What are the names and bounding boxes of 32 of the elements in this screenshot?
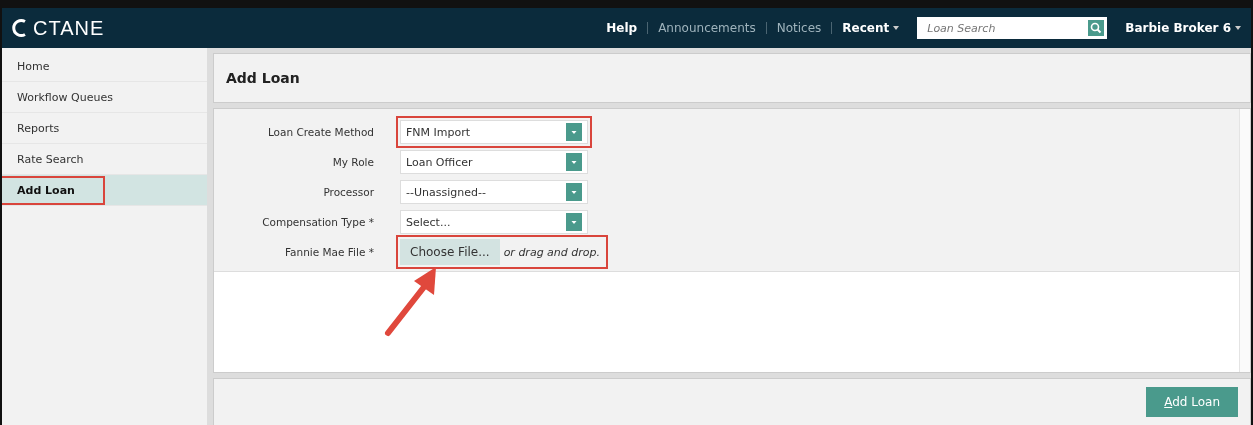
field-label: Compensation Type * (261, 216, 375, 228)
dropdown-field[interactable]: Loan Officer (400, 150, 588, 174)
field-label: Loan Create Method (266, 126, 375, 138)
drag-drop-hint: or drag and drop. (502, 245, 602, 259)
sidebar-item-label: Reports (16, 120, 61, 137)
dropdown-field[interactable]: --Unassigned-- (400, 180, 588, 204)
user-menu[interactable]: Barbie Broker 6 (1115, 21, 1241, 35)
caret-icon (1235, 26, 1241, 30)
nav-link[interactable]: Help (596, 21, 648, 35)
dropdown-field[interactable]: Select... (400, 210, 588, 234)
field-label: Fannie Mae File * (284, 246, 375, 258)
nav-link[interactable]: Notices (766, 21, 832, 35)
sidebar-item-label: Home (16, 58, 51, 75)
sidebar-item-label: Workflow Queues (16, 89, 114, 106)
field-label: Processor (322, 186, 375, 198)
nav-link[interactable]: Announcements (648, 21, 766, 35)
choose-file-button[interactable]: Choose File... (400, 239, 500, 265)
sidebar-item[interactable]: Home (2, 51, 207, 82)
sidebar-item-label: Add Loan (2, 177, 103, 203)
caret-icon (893, 26, 900, 30)
recent-menu[interactable]: Recent (832, 21, 910, 35)
sidebar-item[interactable]: Add Loan (2, 175, 207, 206)
search-icon[interactable] (1088, 20, 1105, 36)
search-field[interactable]: Loan Search (917, 17, 1108, 39)
dropdown-field[interactable]: FNM Import (400, 120, 588, 144)
field-label: My Role (331, 156, 375, 168)
sidebar-item-label: Rate Search (16, 151, 85, 168)
page-title: Add Loan (226, 70, 300, 86)
logo-text: CTANE (33, 16, 105, 40)
scrollbar[interactable] (1239, 109, 1250, 372)
sidebar-item[interactable]: Workflow Queues (2, 82, 207, 113)
sidebar-item[interactable]: Reports (2, 113, 207, 144)
